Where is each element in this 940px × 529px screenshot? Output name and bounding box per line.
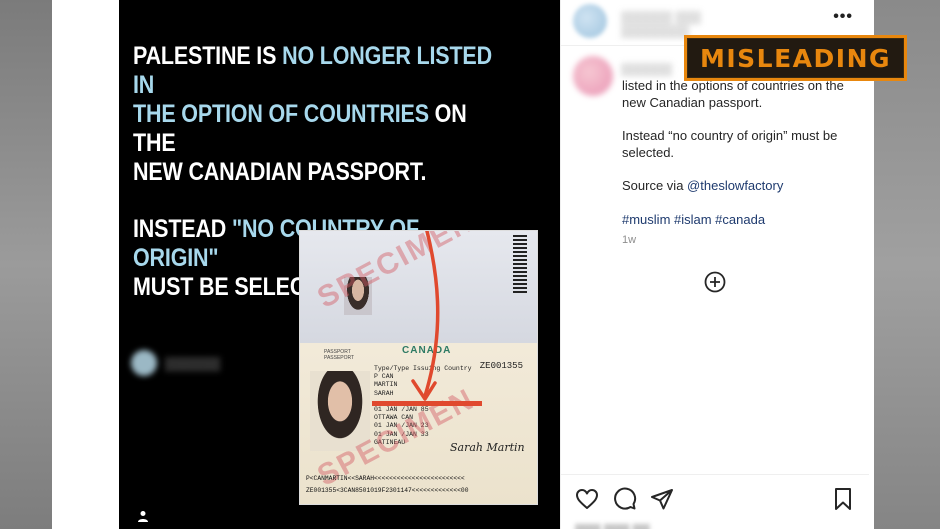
caption-source: Source via @theslowfactory <box>622 178 852 195</box>
headline-text: PALESTINE IS <box>133 42 283 70</box>
headline-paragraph-1: PALESTINE IS NO LONGER LISTED IN THE OPT… <box>133 42 494 187</box>
misleading-label: MISLEADING <box>699 43 892 73</box>
headline-text: NEW CANADIAN PASSPORT. <box>133 158 427 186</box>
caption-paragraph: Instead “no country of origin” must be s… <box>622 128 838 160</box>
caption-paragraph: listed in the options of countries on th… <box>622 78 844 110</box>
user-icon[interactable] <box>137 510 149 522</box>
blurred-avatar <box>131 350 157 376</box>
comment-icon[interactable] <box>613 487 637 511</box>
action-bar: ▒▒▒ ▒▒▒ ▒▒ <box>561 474 869 529</box>
source-link[interactable]: @theslowfactory <box>687 178 783 193</box>
red-arrow-annotation <box>411 231 440 401</box>
more-options-icon[interactable]: ••• <box>833 8 853 26</box>
heart-icon[interactable] <box>575 487 599 511</box>
blurred-name: ▒▒▒▒▒▒ <box>165 355 221 371</box>
headline-text: INSTEAD <box>133 215 232 243</box>
source-prefix: Source via <box>622 178 688 193</box>
misleading-badge: MISLEADING <box>684 35 907 81</box>
post-caption: listed in the options of countries on th… <box>622 78 852 245</box>
likes-count[interactable]: ▒▒▒ ▒▒▒ ▒▒ <box>575 523 650 529</box>
save-icon[interactable] <box>831 487 855 511</box>
post-timestamp: 1w <box>622 234 637 246</box>
add-comment-icon[interactable] <box>704 271 726 293</box>
passport-image: SPECIMEN CANADA PASSPORT PASSEPORT ZE001… <box>299 230 538 505</box>
share-icon[interactable] <box>650 487 674 511</box>
caption-author-avatar[interactable] <box>573 56 613 96</box>
headline-highlight: THE OPTION OF COUNTRIES <box>133 100 429 128</box>
blurred-username: ▒▒▒▒▒▒ <box>131 350 220 376</box>
blurred-background-left <box>0 0 52 529</box>
author-avatar[interactable] <box>573 4 607 38</box>
author-username[interactable]: ▒▒▒▒▒▒ ▒▒▒ ▒▒▒▒▒▒▒▒ <box>621 10 771 38</box>
hashtags[interactable]: #muslim #islam #canada <box>622 212 852 229</box>
post-media[interactable]: PALESTINE IS NO LONGER LISTED IN THE OPT… <box>119 0 560 529</box>
misleading-badge-inner: MISLEADING <box>687 38 904 78</box>
